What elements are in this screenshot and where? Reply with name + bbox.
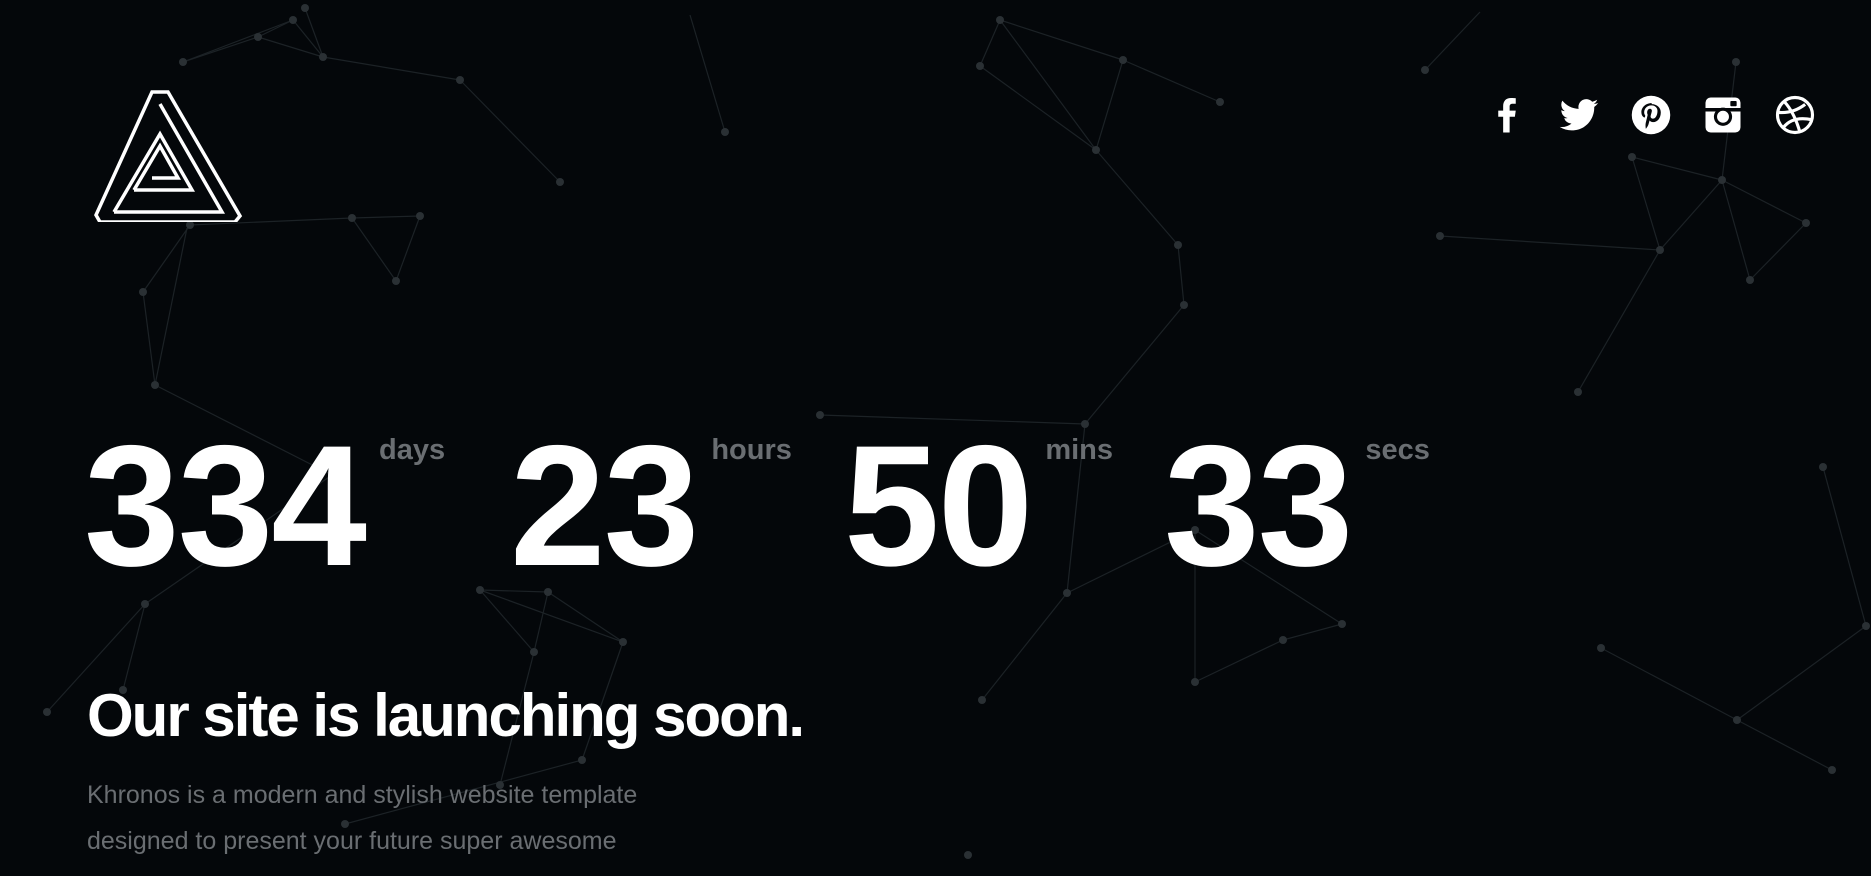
- facebook-icon[interactable]: [1484, 92, 1530, 138]
- hours-value: 23: [510, 410, 699, 602]
- days-label: days: [378, 434, 446, 466]
- countdown-mins: 50 mins: [844, 420, 1164, 592]
- secs-value: 33: [1164, 410, 1353, 602]
- countdown-secs: 33 secs: [1164, 420, 1430, 592]
- page-headline: Our site is launching soon.: [87, 682, 805, 749]
- page-description: Khronos is a modern and stylish website …: [87, 781, 638, 876]
- social-links: [1484, 92, 1818, 138]
- pinterest-icon[interactable]: [1628, 92, 1674, 138]
- instagram-icon[interactable]: [1700, 92, 1746, 138]
- secs-label: secs: [1365, 434, 1430, 466]
- countdown-hours: 23 hours: [510, 420, 844, 592]
- mins-value: 50: [844, 410, 1033, 602]
- hours-label: hours: [711, 434, 792, 466]
- days-value: 334: [84, 410, 367, 602]
- impossible-triangle-logo-icon[interactable]: [94, 90, 244, 224]
- countdown-days: 334 days: [84, 420, 510, 592]
- countdown-timer: 334 days 23 hours 50 mins 33 secs: [84, 420, 1430, 592]
- mins-label: mins: [1045, 434, 1114, 466]
- dribbble-icon[interactable]: [1772, 92, 1818, 138]
- twitter-icon[interactable]: [1556, 92, 1602, 138]
